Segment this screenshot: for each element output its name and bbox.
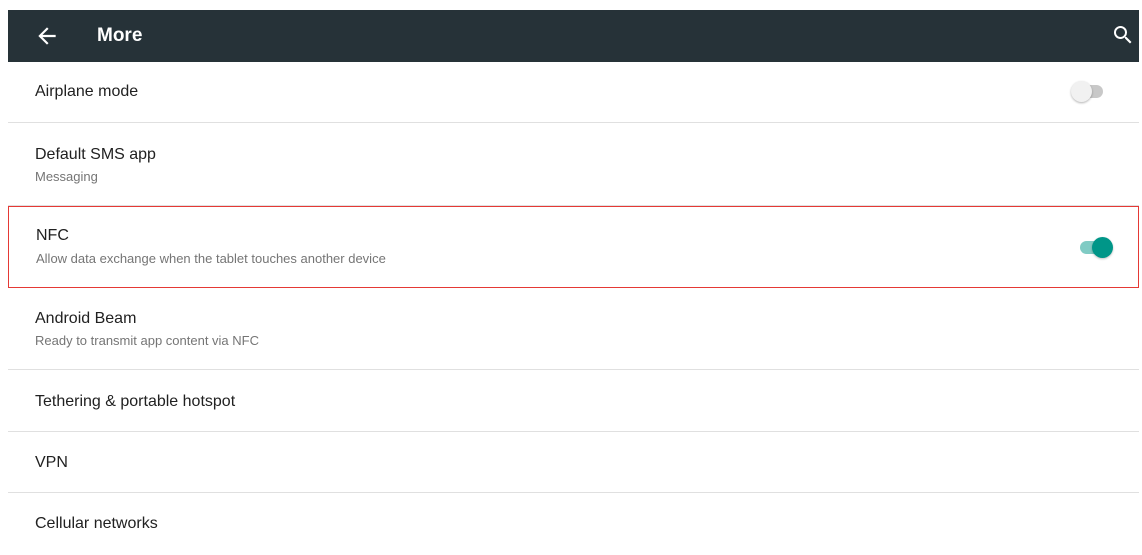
airplane-mode-toggle[interactable] [1071,81,1107,103]
list-item-airplane-mode[interactable]: Airplane mode [8,62,1139,123]
list-item-nfc[interactable]: NFC Allow data exchange when the tablet … [8,206,1139,288]
list-item-cellular-networks[interactable]: Cellular networks [8,493,1139,555]
toggle-thumb [1071,81,1092,102]
item-title: NFC [36,227,69,244]
nfc-toggle[interactable] [1078,237,1114,259]
arrow-back-icon[interactable] [34,23,60,49]
list-item-default-sms-app[interactable]: Default SMS app Messaging [8,123,1139,206]
list-item-android-beam[interactable]: Android Beam Ready to transmit app conte… [8,288,1139,370]
toggle-thumb [1092,237,1113,258]
list-item-vpn[interactable]: VPN [8,432,1139,493]
item-summary: Allow data exchange when the tablet touc… [36,251,386,266]
settings-screen: More Airplane mode Default SMS app Messa… [0,0,1142,547]
item-title: Default SMS app [35,146,156,163]
item-summary: Ready to transmit app content via NFC [35,333,259,348]
item-title: Android Beam [35,310,137,327]
search-icon[interactable] [1111,23,1135,47]
page-title: More [97,25,143,46]
item-summary: Messaging [35,169,98,184]
list-item-tethering[interactable]: Tethering & portable hotspot [8,370,1139,432]
item-title: Cellular networks [35,515,158,532]
item-title: Tethering & portable hotspot [35,393,236,410]
item-title: Airplane mode [35,83,139,100]
app-bar: More [8,10,1139,62]
item-title: VPN [35,454,68,471]
